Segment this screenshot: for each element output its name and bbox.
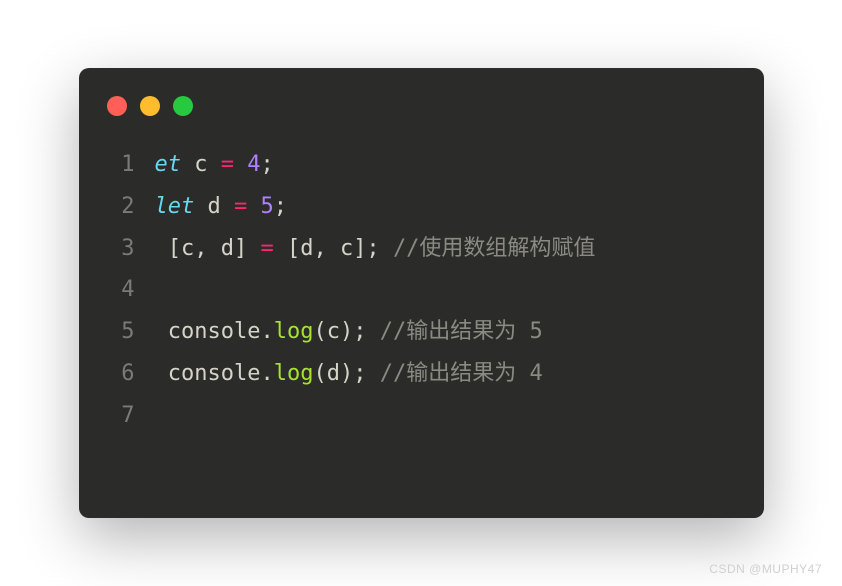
line-number: 7	[107, 395, 135, 437]
token-fn: log	[274, 361, 314, 386]
token-ident: c	[181, 152, 221, 177]
token-punct: ;	[274, 194, 287, 219]
token-kw-it: let	[155, 194, 195, 219]
code-content: console.log(d); //输出结果为 4	[155, 353, 543, 395]
token-num: 4	[247, 152, 260, 177]
token-punct: ;	[261, 152, 274, 177]
minimize-icon[interactable]	[140, 96, 160, 116]
code-content: et c = 4;	[155, 144, 274, 186]
code-line: 2 let d = 5;	[107, 186, 736, 228]
traffic-lights	[79, 96, 764, 144]
code-line: 6 console.log(d); //输出结果为 4	[107, 353, 736, 395]
token-punct: [d, c];	[274, 236, 393, 261]
token-ident: console.	[155, 361, 274, 386]
code-window: 1et c = 4;2let d = 5;3 [c, d] = [d, c]; …	[79, 68, 764, 518]
line-number: 1	[107, 144, 135, 186]
maximize-icon[interactable]	[173, 96, 193, 116]
code-content	[155, 395, 168, 437]
token-ident: console.	[155, 319, 274, 344]
code-content: let d = 5;	[155, 186, 288, 228]
line-number: 2	[107, 186, 135, 228]
code-content: console.log(c); //输出结果为 5	[155, 311, 543, 353]
watermark: CSDN @MUPHY47	[709, 562, 822, 576]
code-line: 4	[107, 269, 736, 311]
token-comment: //输出结果为 4	[380, 361, 543, 386]
token-op: =	[221, 152, 234, 177]
token-punct: (c);	[313, 319, 379, 344]
token-op: =	[260, 236, 273, 261]
token-ident: d	[194, 194, 234, 219]
token-punct: [c, d]	[155, 236, 261, 261]
code-area: 1et c = 4;2let d = 5;3 [c, d] = [d, c]; …	[79, 144, 764, 437]
line-number: 4	[107, 269, 135, 311]
token-ident	[247, 194, 260, 219]
code-content	[155, 269, 168, 311]
token-op: =	[234, 194, 247, 219]
token-ident	[234, 152, 247, 177]
code-line: 7	[107, 395, 736, 437]
line-number: 5	[107, 311, 135, 353]
token-fn: log	[274, 319, 314, 344]
token-comment: //输出结果为 5	[380, 319, 543, 344]
code-content: [c, d] = [d, c]; //使用数组解构赋值	[155, 228, 596, 270]
token-punct: (d);	[313, 361, 379, 386]
token-num: 5	[261, 194, 274, 219]
close-icon[interactable]	[107, 96, 127, 116]
code-line: 1 et c = 4;	[107, 144, 736, 186]
code-line: 5 console.log(c); //输出结果为 5	[107, 311, 736, 353]
token-kw-it: et	[155, 152, 182, 177]
token-comment: //使用数组解构赋值	[393, 236, 596, 261]
line-number: 3	[107, 228, 135, 270]
line-number: 6	[107, 353, 135, 395]
code-line: 3 [c, d] = [d, c]; //使用数组解构赋值	[107, 228, 736, 270]
